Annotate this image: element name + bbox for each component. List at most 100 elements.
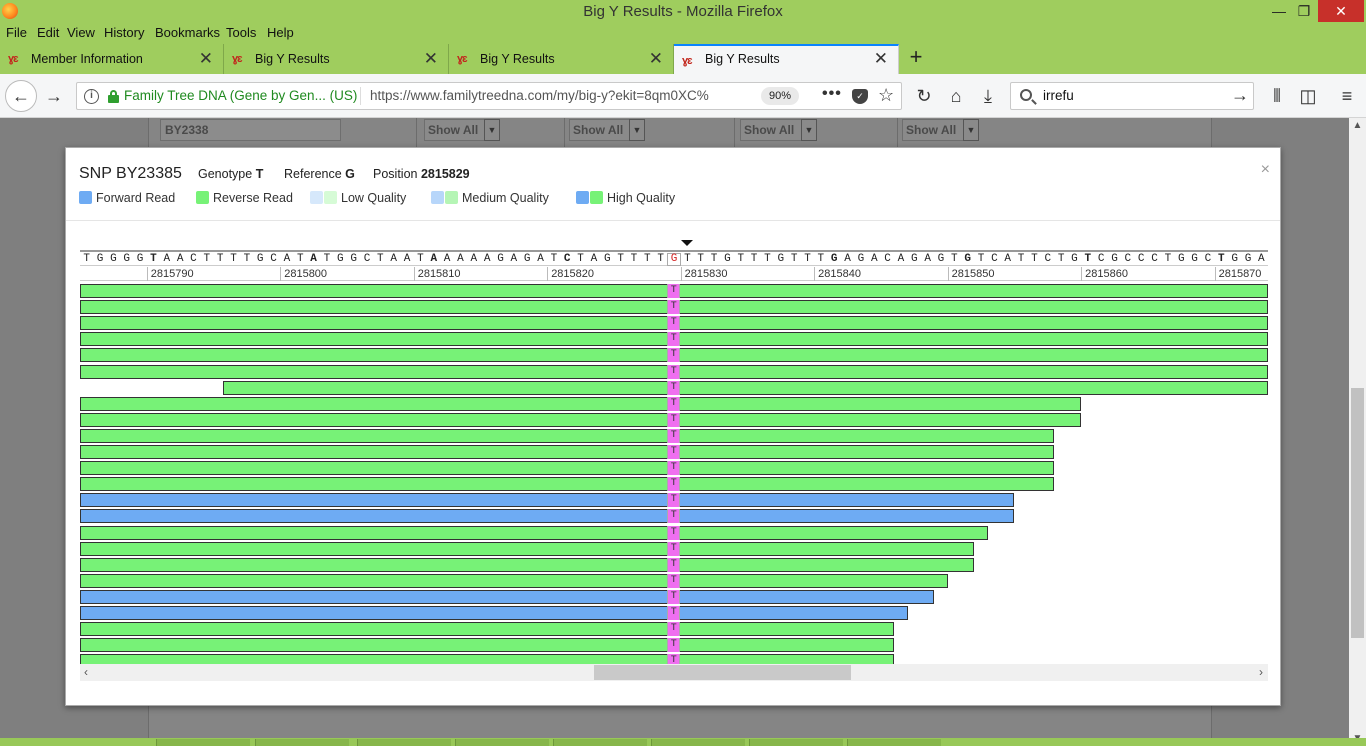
menu-history[interactable]: History (104, 25, 144, 40)
menu-help[interactable]: Help (267, 25, 294, 40)
zoom-indicator[interactable]: 90% (761, 87, 799, 105)
reverse-read[interactable] (80, 477, 1055, 492)
menu-view[interactable]: View (67, 25, 95, 40)
reference-label: Reference (284, 167, 342, 181)
read-variant-base: T (667, 525, 681, 540)
reverse-read[interactable] (80, 525, 988, 540)
back-icon[interactable]: ← (5, 80, 37, 112)
scrollbar-thumb[interactable] (1351, 388, 1364, 638)
taskbar-item[interactable] (651, 739, 745, 746)
legend-high-quality: High Quality (576, 190, 675, 206)
home-icon[interactable]: ⌂ (942, 82, 970, 110)
forward-read[interactable] (80, 509, 1015, 524)
menu-edit[interactable]: Edit (37, 25, 59, 40)
restore-button[interactable]: ❐ (1289, 0, 1319, 22)
reverse-read[interactable] (80, 396, 1082, 411)
modal-close-button[interactable]: × (1261, 161, 1270, 179)
menu-bookmarks[interactable]: Bookmarks (155, 25, 220, 40)
tab-close-icon[interactable]: ✕ (424, 49, 438, 69)
menu-tools[interactable]: Tools (226, 25, 256, 40)
tab-close-icon[interactable]: ✕ (874, 49, 888, 69)
tab-close-icon[interactable]: ✕ (649, 49, 663, 69)
page-vertical-scrollbar[interactable]: ▲ ▼ (1349, 118, 1366, 746)
site-identity[interactable]: Family Tree DNA (Gene by Gen... (US) (124, 88, 357, 103)
search-go-icon[interactable]: → (1231, 85, 1249, 106)
url-text[interactable]: https://www.familytreedna.com/my/big-y?e… (370, 88, 730, 103)
menu-icon[interactable]: ≡ (1333, 82, 1361, 110)
tab-close-icon[interactable]: ✕ (199, 49, 213, 69)
scroll-left-icon[interactable]: ‹ (84, 665, 88, 679)
reference-base: A (510, 253, 518, 265)
forward-icon[interactable]: → (40, 82, 68, 110)
filter-select-value: Show All (906, 123, 957, 137)
scrollbar-thumb[interactable] (594, 665, 851, 680)
lock-icon[interactable] (108, 90, 119, 103)
search-icon (1020, 89, 1032, 101)
taskbar-item[interactable] (156, 739, 250, 746)
taskbar-item[interactable] (255, 739, 349, 746)
bookmark-star-icon[interactable]: ☆ (878, 85, 894, 106)
tab-big-y-results-1[interactable]: ɣɛ Big Y Results ✕ (224, 44, 449, 75)
reference-base: T (817, 253, 825, 265)
reference-base: A (470, 253, 478, 265)
os-taskbar (0, 738, 1366, 746)
reference-base: T (1017, 253, 1025, 265)
tab-big-y-results-active[interactable]: ɣɛ Big Y Results ✕ (674, 44, 899, 75)
reverse-read[interactable] (80, 638, 895, 653)
reverse-read[interactable] (80, 573, 948, 588)
tab-member-information[interactable]: ɣɛ Member Information ✕ (0, 44, 224, 75)
reference-base: C (1124, 253, 1132, 265)
ruler-tick (547, 267, 549, 281)
position-ruler: 2815790 2815800 2815810 2815820 2815830 28158… (80, 267, 1268, 281)
taskbar-item[interactable] (749, 739, 843, 746)
reference-base: T (296, 253, 304, 265)
taskbar-item[interactable] (553, 739, 647, 746)
reverse-read[interactable] (223, 380, 1268, 395)
page-actions-icon[interactable]: ••• (822, 85, 842, 103)
legend-swatch (324, 191, 337, 204)
new-tab-icon[interactable]: + (905, 46, 927, 70)
reverse-read[interactable] (80, 412, 1082, 427)
download-icon[interactable]: ⤓ (974, 82, 1002, 110)
reference-base: T (417, 253, 424, 265)
forward-read[interactable] (80, 493, 1015, 508)
viewer-horizontal-scrollbar[interactable]: ‹ › (80, 664, 1268, 681)
genotype-info: Genotype T (198, 167, 263, 181)
reverse-read[interactable] (80, 557, 975, 572)
reverse-read[interactable] (80, 461, 1055, 476)
reads-track: TTTTTTTTTTTTTTTTTTTTTTTT (80, 284, 1268, 664)
forward-read[interactable] (80, 606, 908, 620)
reverse-read[interactable] (80, 445, 1055, 459)
ruler-label: 2815790 (150, 268, 194, 280)
reference-base: G (256, 253, 264, 265)
taskbar-item[interactable] (455, 739, 549, 746)
legend-low-quality: Low Quality (310, 190, 406, 206)
search-bar[interactable]: → (1010, 82, 1254, 110)
reverse-read[interactable] (80, 428, 1055, 443)
pocket-icon[interactable]: ✓ (852, 89, 868, 104)
reference-sequence: TGGGGTAACTTTTGCATATGGCTAATAAAAAGAGATCTAG… (80, 250, 1268, 266)
read-alignment-viewer[interactable]: TGGGGTAACTTTTGCATATGGCTAATAAAAAGAGATCTAG… (80, 236, 1268, 664)
scroll-up-icon[interactable]: ▲ (1349, 120, 1366, 131)
info-icon[interactable]: i (84, 89, 99, 104)
menu-file[interactable]: File (6, 25, 27, 40)
library-icon[interactable]: ⫴ (1263, 82, 1291, 110)
reference-base: A (483, 253, 491, 265)
reverse-read[interactable] (80, 622, 895, 637)
reference-base: A (283, 253, 291, 265)
taskbar-item[interactable] (847, 739, 941, 746)
reverse-read[interactable] (80, 654, 895, 664)
tab-big-y-results-2[interactable]: ɣɛ Big Y Results ✕ (449, 44, 674, 75)
legend-swatch (79, 191, 92, 204)
taskbar-item[interactable] (357, 739, 451, 746)
url-bar[interactable]: i Family Tree DNA (Gene by Gen... (US) h… (76, 82, 902, 110)
reverse-read[interactable] (80, 541, 975, 556)
read-variant-base: T (667, 541, 681, 556)
reload-icon[interactable]: ↻ (910, 82, 938, 110)
scroll-right-icon[interactable]: › (1259, 665, 1263, 679)
window-close-button[interactable]: ✕ (1318, 0, 1364, 22)
search-input[interactable] (1043, 88, 1223, 103)
sidebar-icon[interactable]: ◫ (1294, 82, 1322, 110)
legend-label: Forward Read (96, 191, 176, 205)
forward-read[interactable] (80, 589, 935, 604)
